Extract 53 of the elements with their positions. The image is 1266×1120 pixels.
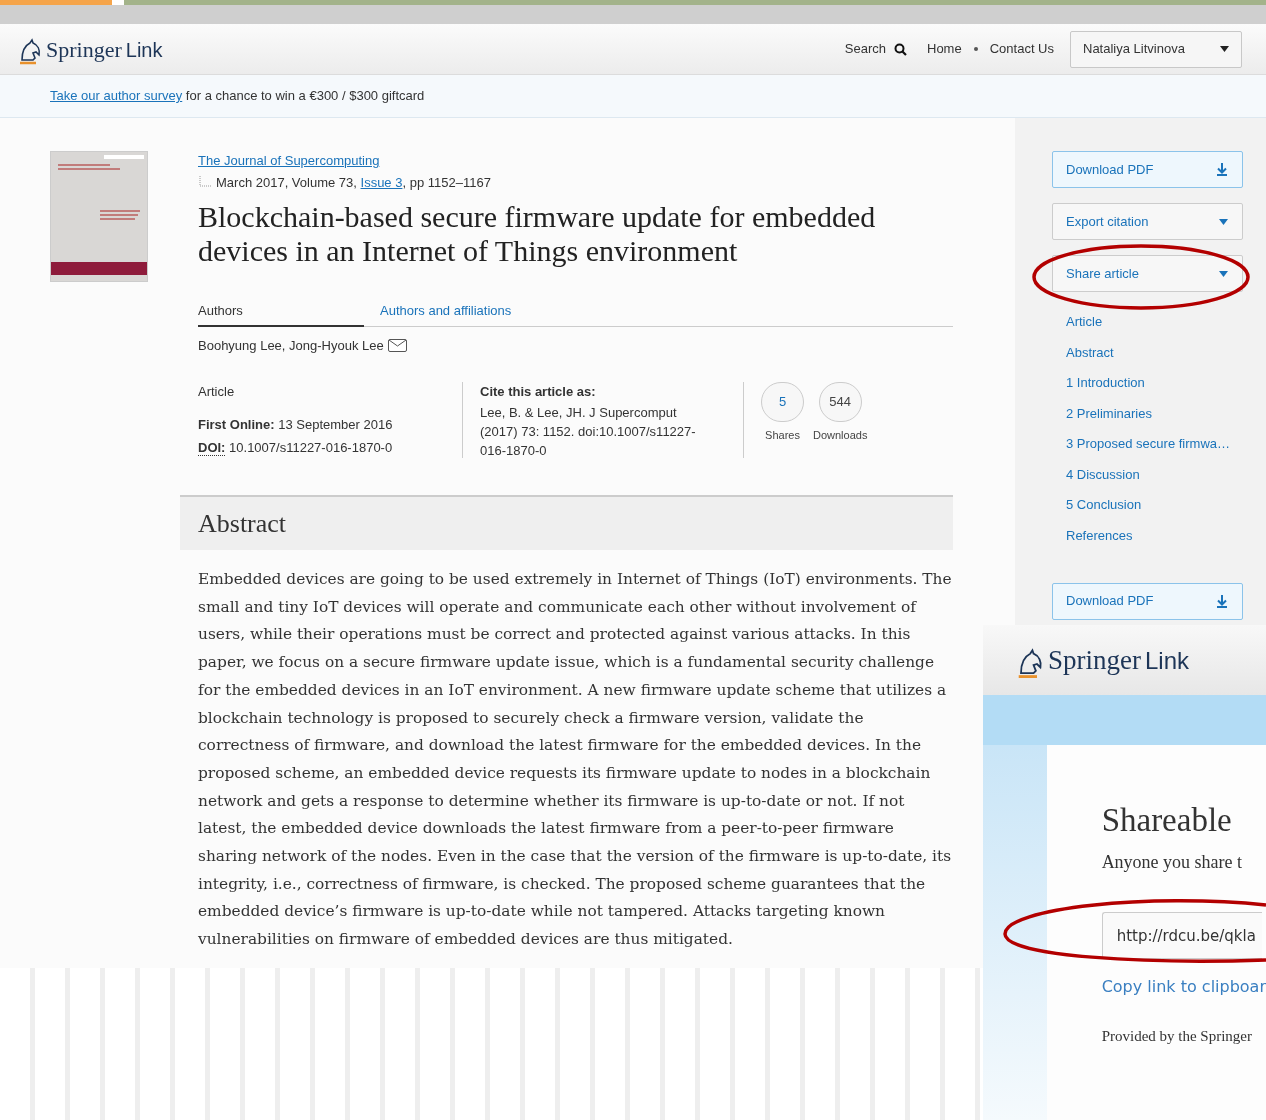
caret-icon [1219,270,1228,277]
cite-heading: Cite this article as: [480,383,597,401]
download-icon [1216,594,1228,608]
share-description: Anyone you share t [1101,851,1244,874]
first-online-date: First Online: 13 September 2016 [198,415,394,434]
metric-count[interactable]: 5 [761,382,804,422]
download-icon [1216,163,1228,176]
author-names: Boohyung Lee, Jong-Hyouk Lee [198,336,384,355]
logo-subtitle: Link [125,37,163,63]
metric-label: Downloads [813,428,868,443]
contents-link[interactable]: 4 Discussion [1066,465,1266,484]
contents-link[interactable]: 1 Introduction [1066,374,1266,392]
contents-link[interactable]: References [1066,526,1266,545]
envelope-icon[interactable] [387,338,407,352]
nav-link[interactable]: Home [927,39,962,59]
download-pdf-button[interactable]: Download PDF [1052,151,1243,188]
issue-details: March 2017, Volume 73, Issue 3, pp 1152–1167 [216,173,491,192]
tree-connector-icon [198,176,212,189]
search-icon [894,42,907,56]
link-field[interactable]: http://rdcu.be/qkla [1101,912,1262,959]
dropdown-button[interactable]: Export citation [1052,203,1243,240]
journal-link[interactable]: The Journal of Supercomputing [198,151,380,171]
logo-wordmark: Springer [1048,643,1141,677]
author-tab[interactable]: Authors [198,301,364,327]
logo-subtitle: Link [1145,645,1189,676]
citation-text: Lee, B. & Lee, JH. J Supercomput (2017) 73: 1152. doi:10.1007/s11227-016-1870-0 [480,403,697,460]
metric-label: Shares [765,428,800,443]
survey-link[interactable]: Take our author survey [50,88,183,104]
contents-link[interactable]: Abstract [1066,343,1266,362]
author-tab[interactable]: Authors and affiliations [364,301,530,327]
doi-text: DOI: 10.1007/s11227-016-1870-0 [198,439,394,458]
survey-message: Take our author survey for a chance to win a €300 / $300 giftcard [50,87,425,106]
contents-link[interactable]: 3 Proposed secure firmwa… [1066,435,1266,453]
bullet-separator [973,47,978,51]
caret-icon [1219,218,1228,225]
article-title: Blockchain-based secure firmware update for embedded devices in an Internet of Things environment [198,200,877,268]
share-heading: Shareable [1101,801,1233,840]
contents-link[interactable]: Article [1066,313,1266,331]
logo-wordmark: Springer [46,35,122,64]
abstract-text: Embedded devices are going to be used extremely in Internet of Things (IoT) environments. The small and tiny IoT devices will operate and communicate each other without involvement of users, while their operations must be correct and protected against various attacks. In this paper, we focus on a secure firmware update issue, which is a fundamental security challenge for the embedded devices in an IoT environment. A new firmware update scheme that utilizes a blockchain technology is proposed to securely check a firmware version, validate the correctness of firmware, and download the latest firmware for the embedded devices. In the proposed scheme, an embedded device requests its firmware update to nodes in a blockchain network and gets a response to determine whether its firmware is up-to-date or not. If not latest, the embedded device downloads the latest firmware from a peer-to-peer firmware sharing network of the nodes. Even in the case that the version of the firmware is up-to-date, its integrity, i.e., correctness of firmware, is checked. The proposed scheme guarantees that the embedded device’s firmware is up-to-date while not tampered. Attacks targeting known vulnerabilities on firmware of embedded devices are thus mitigated. [198,569,953,951]
dropdown-button[interactable]: Share article [1052,255,1243,292]
nav-link[interactable]: Contact Us [989,39,1054,59]
metric-count: 544 [818,382,862,422]
abstract-heading: Abstract [198,508,287,540]
download-pdf-button[interactable]: Download PDF [1052,582,1243,620]
caret-icon [1220,46,1229,52]
copy-link[interactable]: Copy link to clipboar [1101,975,1266,999]
provider-note: Provided by the Springer [1101,1027,1254,1046]
article-type: Article [198,383,236,401]
contents-link[interactable]: 5 Conclusion [1066,496,1266,514]
search-link[interactable]: Search [844,39,907,59]
contents-link[interactable]: 2 Preliminaries [1066,404,1266,423]
user-menu-dropdown[interactable]: Nataliya Litvinova [1070,30,1242,68]
